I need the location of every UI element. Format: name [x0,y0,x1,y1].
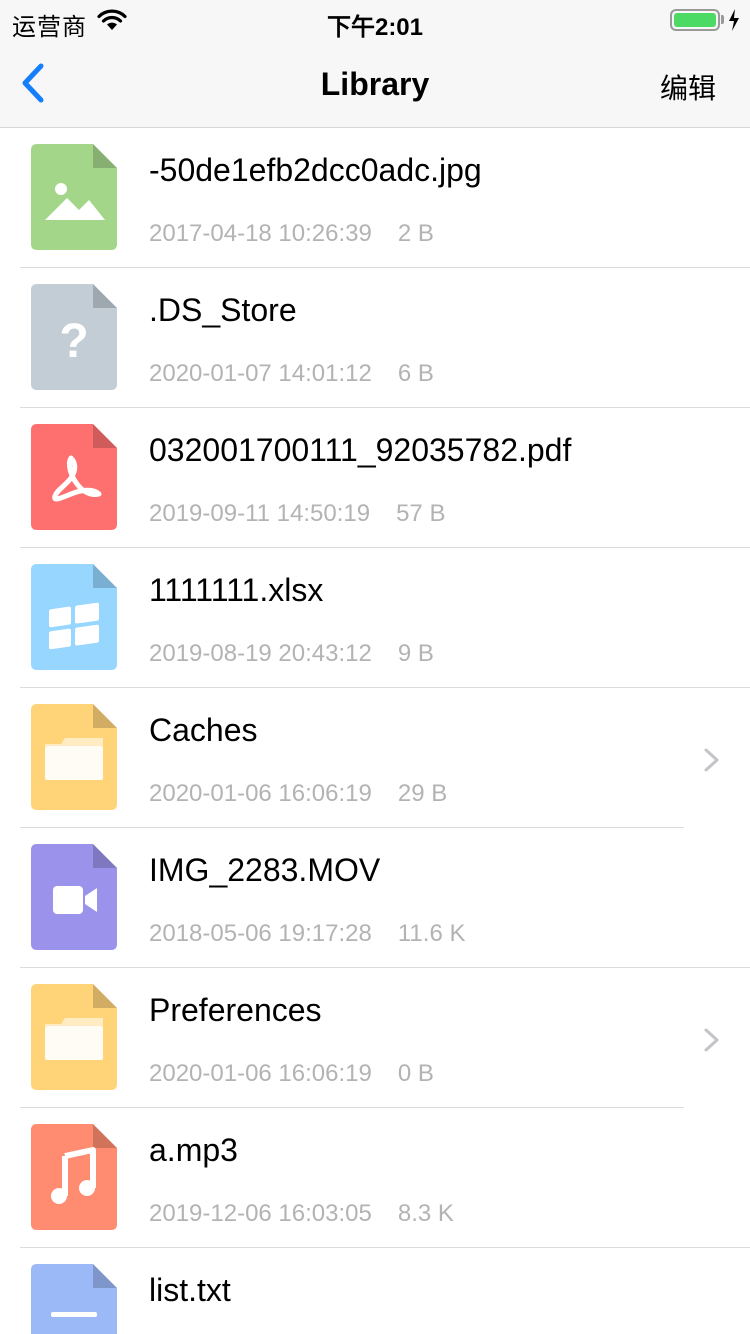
file-row[interactable]: list.txt [0,1248,750,1334]
file-meta: 2019-08-19 20:43:12 9 B [149,640,434,668]
audio-file-icon [31,1124,117,1230]
file-list: -50de1efb2dcc0adc.jpg 2017-04-18 10:26:39… [0,128,750,1334]
svg-text:?: ? [59,315,88,368]
folder-file-icon [31,704,117,810]
file-row[interactable]: -50de1efb2dcc0adc.jpg 2017-04-18 10:26:39… [0,128,750,268]
file-size: 9 B [397,640,434,667]
folder-row[interactable]: Preferences 2020-01-06 16:06:19 0 B [0,968,750,1108]
file-name: Caches [149,712,258,748]
page-title: Library [320,66,430,102]
file-name: Preferences [149,992,322,1028]
status-time: 下午2:01 [326,14,424,41]
file-size: 2 B [397,220,434,247]
file-name: -50de1efb2dcc0adc.jpg [149,152,482,188]
charging-bolt-icon [729,9,739,31]
file-meta: 2020-01-06 16:06:19 29 B [149,780,447,808]
file-size: 29 B [397,780,448,807]
file-date: 2020-01-07 14:01:12 [149,360,372,387]
image-file-icon [31,144,117,250]
file-meta: 2017-04-18 10:26:39 2 B [149,220,434,248]
pdf-file-icon [31,424,117,530]
file-row[interactable]: ? .DS_Store 2020-01-07 14:01:12 6 B [0,268,750,408]
video-file-icon [31,844,117,950]
file-size: 57 B [396,500,446,527]
file-date: 2017-04-18 10:26:39 [149,220,372,247]
file-name: 032001700111_92035782.pdf [149,432,572,468]
file-name: list.txt [149,1272,231,1308]
file-name: 1111111.xlsx [149,572,324,608]
navigation-bar: Library 编辑 [0,40,750,128]
unknown-file-icon: ? [31,284,117,390]
file-row[interactable]: 032001700111_92035782.pdf 2019-09-11 14:5… [0,408,750,548]
file-row[interactable]: a.mp3 2019-12-06 16:03:05 8.3 K [0,1108,750,1248]
file-meta: 2018-05-06 19:17:28 11.6 K [149,920,465,948]
file-name: IMG_2283.MOV [149,852,381,888]
file-name: .DS_Store [149,292,297,328]
file-row[interactable]: IMG_2283.MOV 2018-05-06 19:17:28 11.6 K [0,828,750,968]
file-date: 2019-08-19 20:43:12 [149,640,372,667]
file-size: 6 B [397,360,434,387]
file-name: a.mp3 [149,1132,238,1168]
file-date: 2019-12-06 16:03:05 [149,1200,372,1227]
file-date: 2020-01-06 16:06:19 [149,1060,372,1087]
file-meta: 2020-01-06 16:06:19 0 B [149,1060,434,1088]
file-size: 8.3 K [397,1200,454,1227]
file-size: 11.6 K [397,920,466,947]
chevron-right-icon [704,1028,719,1052]
file-meta: 2019-12-06 16:03:05 8.3 K [149,1200,454,1228]
file-date: 2018-05-06 19:17:28 [149,920,372,947]
chevron-right-icon [704,748,719,772]
windows-file-icon [31,564,117,670]
folder-file-icon [31,984,117,1090]
edit-button[interactable]: 编辑 [660,67,716,107]
status-bar: 运营商 下午2:01 [0,0,750,41]
battery-cap [721,15,724,24]
file-date: 2020-01-06 16:06:19 [149,780,372,807]
file-row[interactable]: 1111111.xlsx 2019-08-19 20:43:12 9 B [0,548,750,688]
file-meta: 2020-01-07 14:01:12 6 B [149,360,434,388]
folder-row[interactable]: Caches 2020-01-06 16:06:19 29 B [0,688,750,828]
file-date: 2019-09-11 14:50:19 [149,500,371,527]
text-file-icon [31,1264,117,1334]
file-meta: 2019-09-11 14:50:19 57 B [149,500,445,528]
battery-icon [670,9,720,31]
file-size: 0 B [397,1060,434,1087]
